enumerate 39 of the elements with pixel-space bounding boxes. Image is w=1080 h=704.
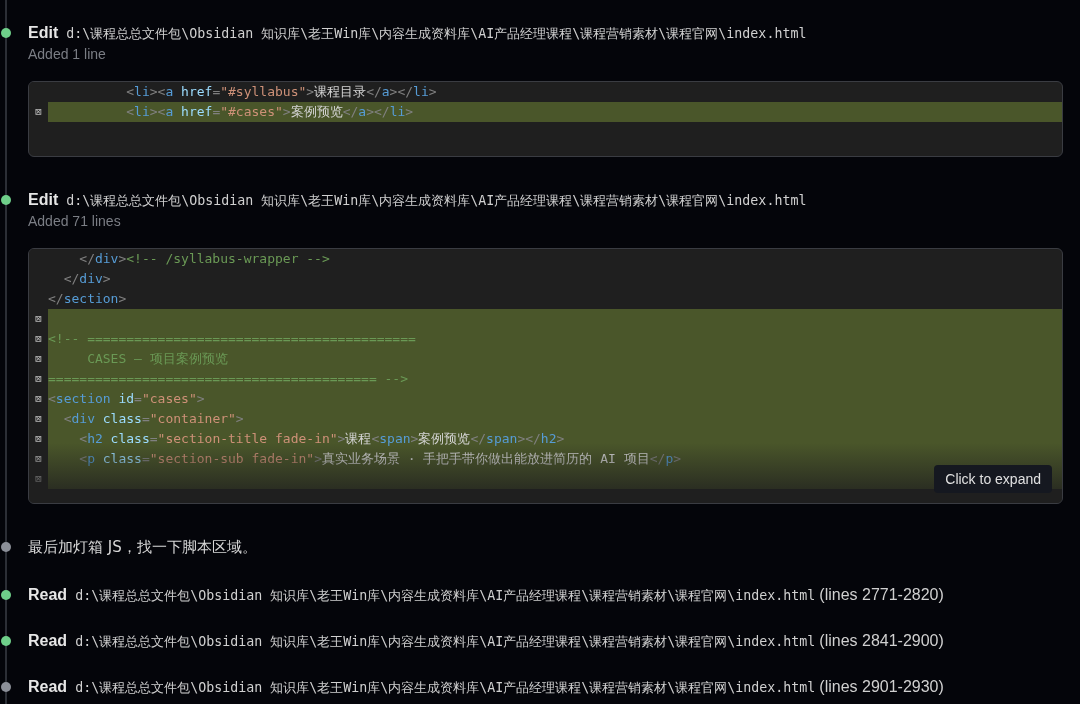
file-path: d:\课程总总文件包\Obsidian 知识库\老王Win库\内容生成资料库\AI产品经理课程\课程营销素材\课程官网\index.html: [66, 192, 807, 210]
change-summary: Added 71 lines: [28, 213, 122, 231]
code-text: <div class="container">: [62, 410, 244, 428]
code-text: <p class="section-sub fade-in">真实业务场景 · 手把手带你做出能放进简历的 AI 项目</p>: [78, 450, 682, 468]
diff-marker: ⊠: [35, 391, 42, 407]
code-text: <li><a href="#syllabus">课程目录</a></li>: [125, 83, 437, 101]
action-label: Read: [28, 677, 68, 697]
diff-marker: ⊠: [35, 351, 42, 367]
code-text: CASES — 项目案例预览: [86, 350, 228, 368]
file-path: d:\课程总总文件包\Obsidian 知识库\老王Win库\内容生成资料库\AI产品经理课程\课程营销素材\课程官网\index.html: [75, 679, 816, 697]
diff-marker: ⊠: [35, 104, 42, 120]
action-label: Edit: [28, 190, 59, 210]
expand-button[interactable]: Click to expand: [934, 465, 1052, 493]
diff-marker: ⊠: [35, 471, 42, 487]
action-label: Edit: [28, 23, 59, 43]
line-range: (lines 2901-2930): [819, 677, 944, 697]
diff-marker: ⊠: [35, 311, 42, 327]
code-text: <!-- ==========================================: [48, 330, 416, 348]
code-text: <li><a href="#cases">案例预览</a></li>: [125, 103, 414, 121]
diff-marker: ⊠: [35, 411, 42, 427]
file-path: d:\课程总总文件包\Obsidian 知识库\老王Win库\内容生成资料库\AI产品经理课程\课程营销素材\课程官网\index.html: [66, 25, 807, 43]
assistant-message: 最后加灯箱 JS，找一下脚本区域。: [28, 537, 258, 558]
diff-marker: ⊠: [35, 371, 42, 387]
diff-marker: ⊠: [35, 451, 42, 467]
code-text: </div>: [62, 270, 111, 288]
action-label: Read: [28, 631, 68, 651]
line-range: (lines 2841-2900): [819, 631, 944, 651]
action-label: Read: [28, 585, 68, 605]
line-range: (lines 2771-2820): [819, 585, 944, 605]
change-summary: Added 1 line: [28, 46, 107, 64]
code-text: </section>: [48, 290, 127, 308]
file-path: d:\课程总总文件包\Obsidian 知识库\老王Win库\内容生成资料库\AI产品经理课程\课程营销素材\课程官网\index.html: [75, 587, 816, 605]
diff-marker: ⊠: [35, 331, 42, 347]
code-text: </div><!-- /syllabus-wrapper -->: [78, 250, 330, 268]
code-text: ========================================== -->: [48, 370, 409, 388]
diff-marker: ⊠: [35, 431, 42, 447]
code-text: <h2 class="section-title fade-in">课程<span>案例预览</span></h2>: [78, 430, 565, 448]
file-path: d:\课程总总文件包\Obsidian 知识库\老王Win库\内容生成资料库\AI产品经理课程\课程营销素材\课程官网\index.html: [75, 633, 816, 651]
code-text: <section id="cases">: [48, 390, 205, 408]
